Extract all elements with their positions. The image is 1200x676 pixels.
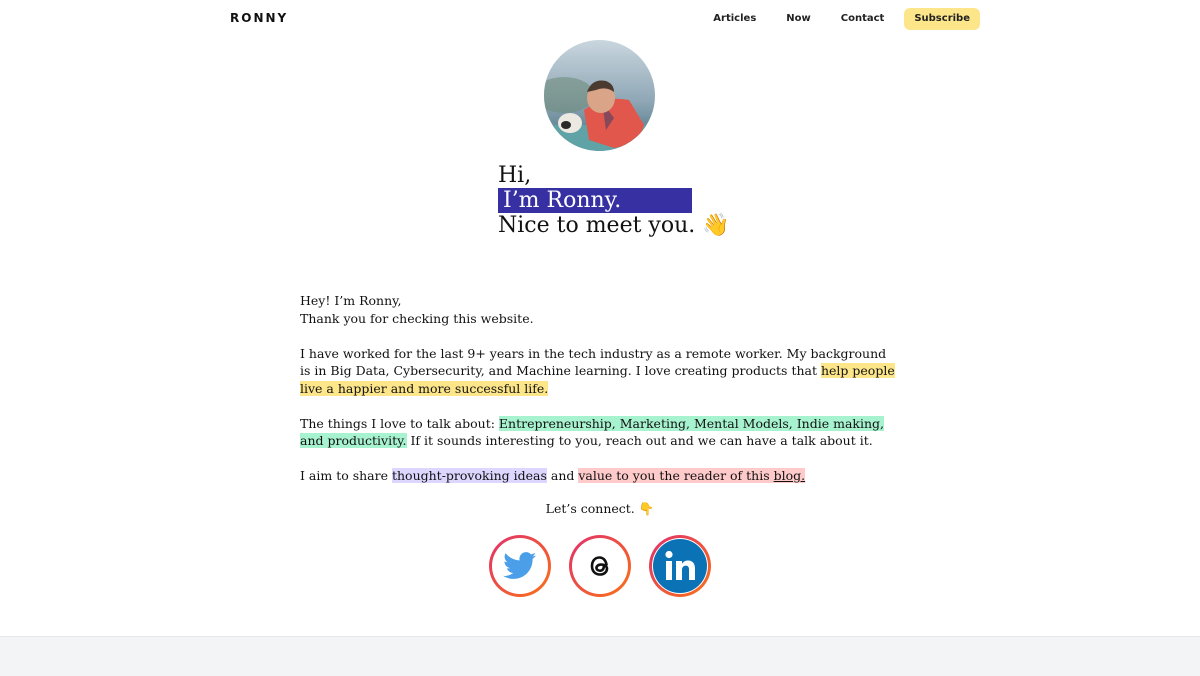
greeting-nice: Nice to meet you. 👋 [498, 213, 730, 238]
aim-mid: and [546, 468, 579, 483]
subscribe-button[interactable]: Subscribe [904, 8, 980, 30]
site-header: RONNY Articles Now Contact Subscribe [0, 0, 1200, 38]
site-footer [0, 636, 1200, 676]
background-text: I have worked for the last 9+ years in t… [300, 345, 887, 379]
intro-hey: Hey! I’m Ronny, [300, 293, 402, 308]
linkedin-icon [653, 539, 707, 593]
intro-thanks: Thank you for checking this website. [300, 310, 534, 326]
twitter-icon [503, 552, 537, 579]
intro-paragraph-4: I aim to share thought-provoking ideas a… [300, 467, 900, 485]
blog-link[interactable]: blog. [774, 468, 806, 483]
greeting-name-highlight: I’m Ronny. [498, 188, 692, 213]
site-logo[interactable]: RONNY [230, 11, 288, 25]
nav-articles[interactable]: Articles [703, 8, 766, 30]
connect-label: Let’s connect. 👇 [545, 501, 655, 516]
social-links [489, 535, 729, 597]
intro-paragraph-1: Hey! I’m Ronny, Thank you for checking t… [300, 292, 900, 327]
aim-lead: I aim to share [300, 468, 392, 483]
ideas-highlight: thought-provoking ideas [391, 468, 547, 483]
linkedin-link[interactable] [649, 535, 711, 597]
intro-paragraph-2: I have worked for the last 9+ years in t… [300, 345, 900, 398]
topics-tail: If it sounds interesting to you, reach o… [406, 433, 873, 448]
nav-contact[interactable]: Contact [831, 8, 895, 30]
intro-content: Hey! I’m Ronny, Thank you for checking t… [300, 292, 900, 502]
hero-greeting: Hi, I’m Ronny. Nice to meet you. 👋 [498, 163, 758, 238]
threads-link[interactable] [569, 535, 631, 597]
threads-icon [590, 556, 609, 576]
topics-lead: The things I love to talk about: [300, 415, 499, 431]
greeting-hi: Hi, [498, 163, 532, 188]
value-highlight: value to you the reader of this blog. [578, 468, 806, 483]
intro-paragraph-3: The things I love to talk about: Entrepr… [300, 415, 900, 450]
main-nav: Articles Now Contact Subscribe [693, 8, 980, 30]
avatar [544, 40, 655, 151]
twitter-link[interactable] [489, 535, 551, 597]
value-text: value to you the reader of this [578, 468, 774, 483]
nav-now[interactable]: Now [776, 8, 820, 30]
